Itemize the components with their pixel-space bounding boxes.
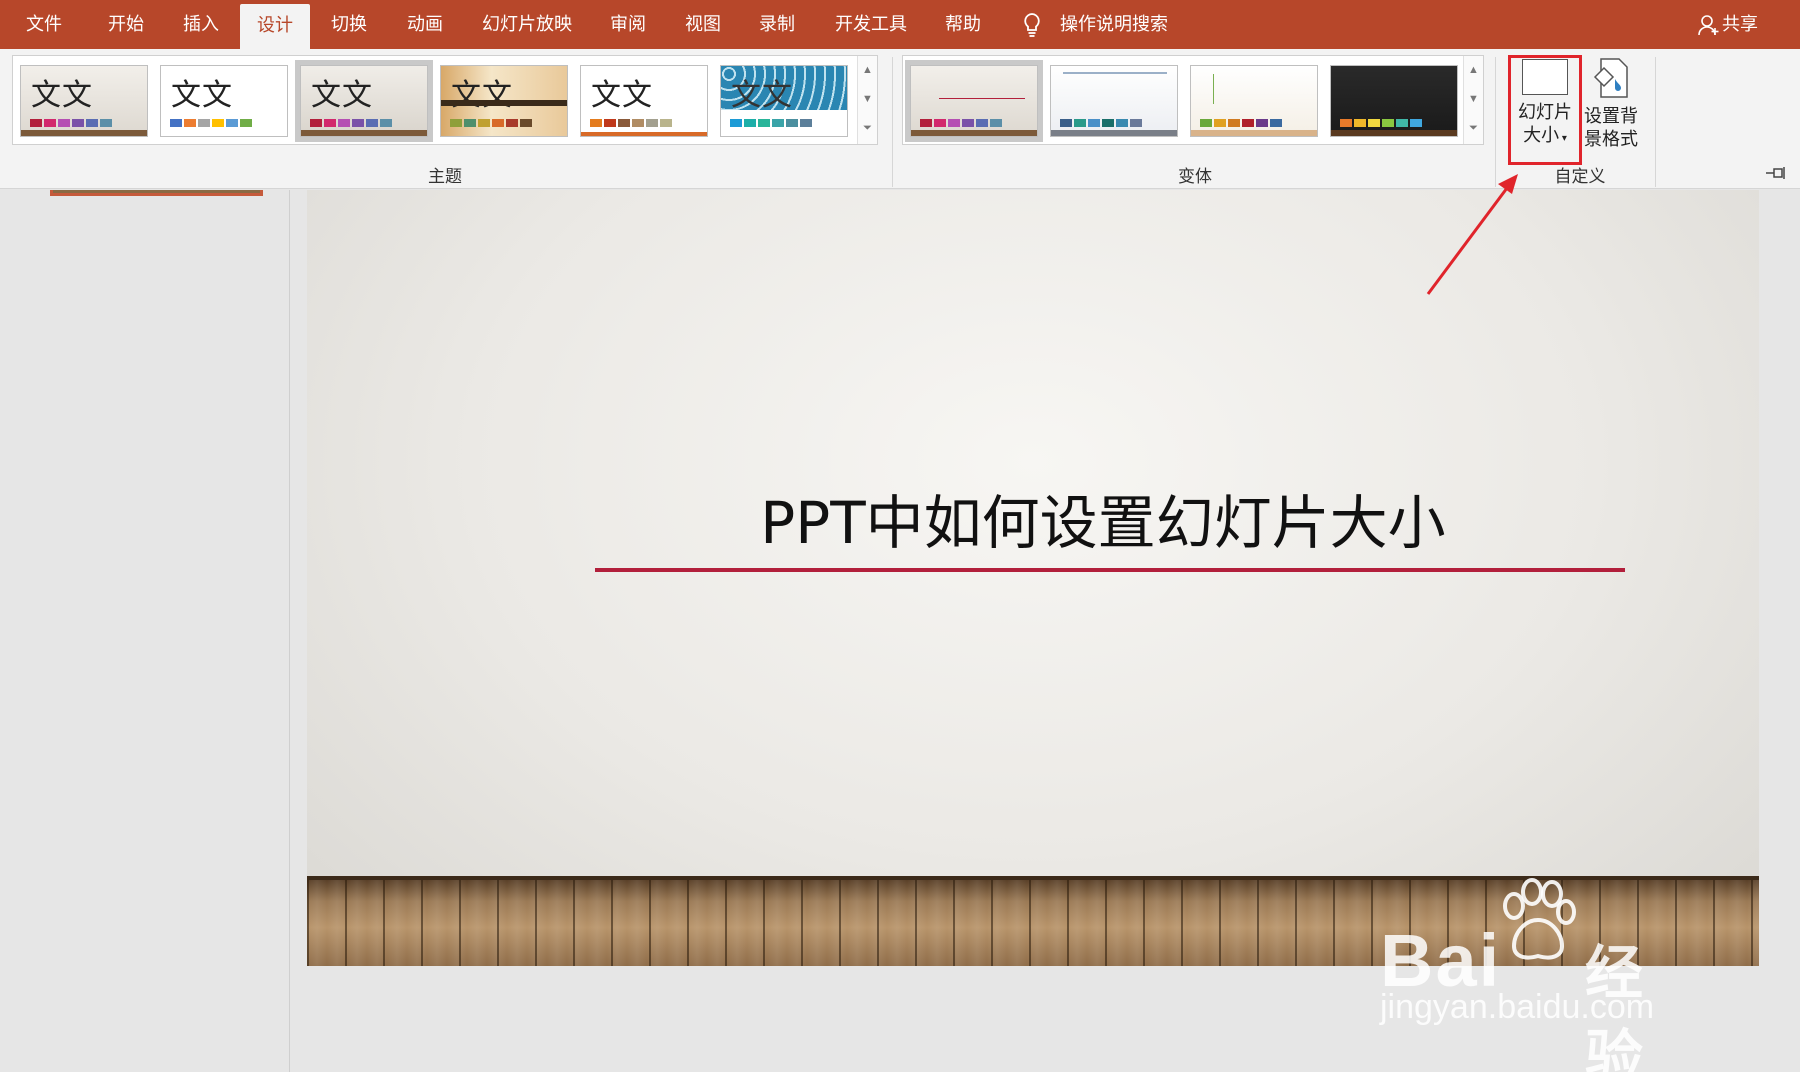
highlight-box [1508, 55, 1582, 165]
pin-ribbon-icon[interactable] [1764, 165, 1788, 181]
theme-thumb-text: 文文 [731, 78, 793, 113]
tab-help[interactable]: 帮助 [930, 0, 996, 49]
slide-thumbnail[interactable] [50, 190, 263, 196]
color-swatches [590, 119, 672, 127]
group-divider [1655, 57, 1656, 187]
tab-home[interactable]: 开始 [93, 0, 159, 49]
color-swatches [1340, 119, 1422, 127]
format-background-label-line1: 设置背 [1584, 106, 1638, 126]
variants-group-label: 变体 [1178, 167, 1212, 186]
color-swatches [920, 119, 1002, 127]
theme-thumb-text: 文文 [451, 78, 513, 113]
theme-thumb-text: 文文 [591, 78, 653, 113]
baidu-watermark: Bai 经验 jingyan.baidu.com [1380, 876, 1700, 1072]
group-divider [1495, 57, 1496, 187]
group-divider [892, 57, 893, 187]
paw-logo-icon [1492, 876, 1584, 968]
variant-thumb-3[interactable] [1190, 65, 1318, 137]
tab-file[interactable]: 文件 [14, 0, 74, 49]
gallery-more-icon[interactable]: ⏷ [858, 114, 877, 143]
format-background-icon [1591, 57, 1631, 99]
title-underline [595, 568, 1625, 572]
scroll-up-icon[interactable]: ▲ [858, 56, 877, 85]
tab-developer[interactable]: 开发工具 [824, 0, 918, 49]
tell-me-search[interactable]: 操作说明搜索 [1060, 0, 1180, 49]
color-swatches [450, 119, 532, 127]
tab-review[interactable]: 审阅 [595, 0, 661, 49]
scroll-down-icon[interactable]: ▼ [1464, 85, 1483, 114]
theme-thumb-text: 文文 [171, 78, 233, 113]
scroll-up-icon[interactable]: ▲ [1464, 56, 1483, 85]
color-swatches [170, 119, 252, 127]
format-background-label-line2: 景格式 [1584, 129, 1638, 149]
themes-group-label: 主题 [428, 167, 462, 186]
themes-gallery-scroll[interactable]: ▲ ▼ ⏷ [857, 56, 877, 144]
tab-view[interactable]: 视图 [670, 0, 736, 49]
theme-thumb-4[interactable]: 文文 [440, 65, 568, 137]
variants-gallery: ▲ ▼ ⏷ [902, 55, 1484, 145]
color-swatches [30, 119, 112, 127]
lightbulb-icon [1022, 12, 1042, 38]
variants-gallery-scroll[interactable]: ▲ ▼ ⏷ [1463, 56, 1483, 144]
slide-canvas[interactable]: PPT中如何设置幻灯片大小 [307, 190, 1759, 966]
theme-thumb-6[interactable]: 文文 [720, 65, 848, 137]
watermark-url: jingyan.baidu.com [1380, 988, 1655, 1026]
color-swatches [730, 119, 812, 127]
theme-thumb-text: 文文 [31, 78, 93, 113]
theme-thumb-3[interactable]: 文文 [295, 60, 433, 142]
share-button[interactable]: 共享 [1722, 0, 1766, 49]
variant-thumb-2[interactable] [1050, 65, 1178, 137]
theme-thumb-5[interactable]: 文文 [580, 65, 708, 137]
color-swatches [310, 119, 392, 127]
themes-gallery: 文文 文文 文文 文文 文文 文文 ▲ ▼ ⏷ [12, 55, 878, 145]
tab-insert[interactable]: 插入 [168, 0, 234, 49]
variant-thumb-1[interactable] [905, 60, 1043, 142]
tab-design[interactable]: 设计 [240, 4, 310, 49]
variant-thumb-4[interactable] [1330, 65, 1458, 137]
gallery-more-icon[interactable]: ⏷ [1464, 114, 1483, 143]
tab-animations[interactable]: 动画 [392, 0, 458, 49]
theme-thumb-1[interactable]: 文文 [20, 65, 148, 137]
slide-title[interactable]: PPT中如何设置幻灯片大小 [307, 476, 1759, 560]
tab-transitions[interactable]: 切换 [316, 0, 382, 49]
theme-thumb-2[interactable]: 文文 [160, 65, 288, 137]
scroll-down-icon[interactable]: ▼ [858, 85, 877, 114]
format-background-button[interactable]: 设置背 景格式 [1575, 55, 1647, 163]
customize-group-label: 自定义 [1554, 167, 1606, 186]
ribbon-tab-bar: 文件 开始 插入 设计 切换 动画 幻灯片放映 审阅 视图 录制 开发工具 帮助… [0, 0, 1800, 49]
color-swatches [1060, 119, 1142, 127]
share-user-icon [1698, 14, 1720, 36]
theme-thumb-text: 文文 [311, 78, 373, 113]
slide-thumbnail-pane [0, 190, 290, 1072]
tab-record[interactable]: 录制 [744, 0, 810, 49]
color-swatches [1200, 119, 1282, 127]
tab-slideshow[interactable]: 幻灯片放映 [470, 0, 584, 49]
